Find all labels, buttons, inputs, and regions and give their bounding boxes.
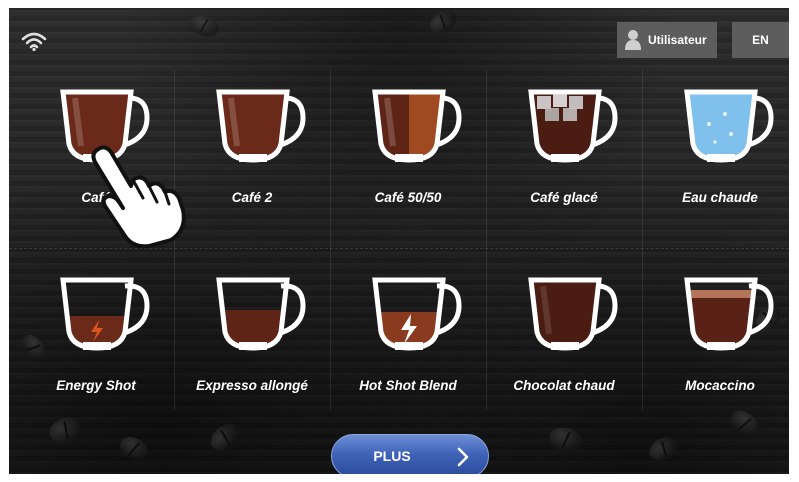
- drink-label: Café glacé: [530, 190, 598, 205]
- drink-label: Chocolat chaud: [513, 378, 615, 393]
- coffee-bean-decoration: [186, 11, 222, 41]
- chocolate-cup-icon: [528, 277, 618, 351]
- drink-tile-expresso-allonge[interactable]: Expresso allongé: [174, 266, 330, 446]
- coffee-bean-decoration: [425, 8, 461, 38]
- drink-label: Eau chaude: [682, 190, 758, 205]
- drink-tile-cafe-2[interactable]: Café 2: [174, 78, 330, 258]
- drink-tile-hot-shot-blend[interactable]: Hot Shot Blend: [330, 266, 486, 446]
- user-icon: [625, 30, 641, 50]
- drink-tile-energy-shot[interactable]: Energy Shot: [18, 266, 174, 446]
- drink-tile-cafe-50-50[interactable]: Café 50/50: [330, 78, 486, 258]
- mocaccino-cup-icon: [684, 277, 774, 351]
- drink-label: Hot Shot Blend: [359, 378, 457, 393]
- drink-label: Café 2: [231, 190, 273, 205]
- wifi-icon: [21, 32, 47, 52]
- coffee-cup-icon: [216, 89, 306, 163]
- drink-tile-mocaccino[interactable]: Mocaccino: [642, 266, 789, 446]
- language-button[interactable]: EN: [732, 22, 789, 58]
- drink-label: Mocaccino: [685, 378, 755, 393]
- coffee-cup-icon: [216, 277, 306, 351]
- hand-pointer-icon: [91, 145, 186, 249]
- coffee-cup-icon: [372, 89, 462, 163]
- drink-label: Expresso allongé: [196, 378, 308, 393]
- drink-tile-eau-chaude[interactable]: Eau chaude: [642, 78, 789, 258]
- chevron-right-icon: [457, 447, 469, 467]
- drink-tile-chocolat-chaud[interactable]: Chocolat chaud: [486, 266, 642, 446]
- drink-tile-cafe-glace[interactable]: Café glacé: [486, 78, 642, 258]
- user-button[interactable]: Utilisateur: [617, 22, 717, 58]
- plus-button-label: PLUS: [373, 448, 411, 464]
- iced-coffee-cup-icon: [528, 89, 618, 163]
- drink-label: Energy Shot: [56, 378, 136, 393]
- energy-cup-icon: [60, 277, 150, 351]
- language-label: EN: [752, 33, 769, 47]
- drink-label: Café 50/50: [374, 190, 442, 205]
- hot-shot-cup-icon: [372, 277, 462, 351]
- plus-button[interactable]: PLUS: [331, 434, 489, 474]
- water-cup-icon: [684, 89, 774, 163]
- user-button-label: Utilisateur: [648, 33, 707, 47]
